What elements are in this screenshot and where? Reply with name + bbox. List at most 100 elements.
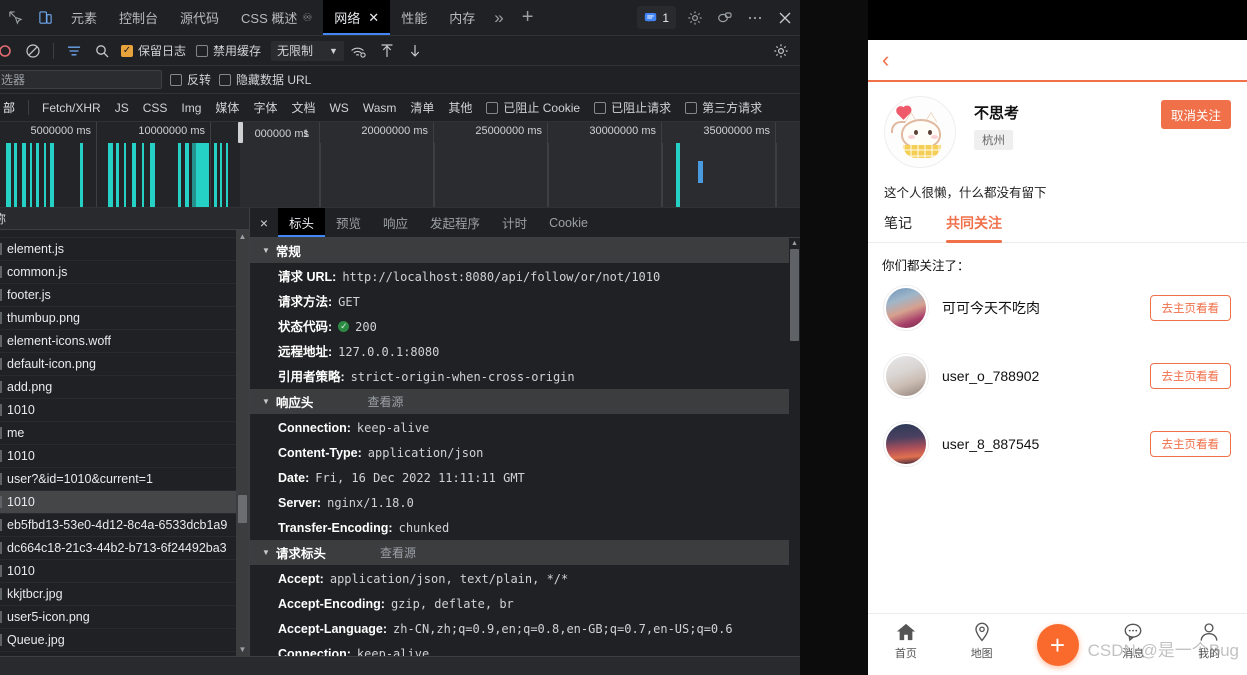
table-row[interactable]: default-icon.png xyxy=(0,353,249,376)
avatar[interactable] xyxy=(884,354,928,398)
type-filter-css[interactable]: CSS xyxy=(136,101,175,115)
section-response-headers[interactable]: ▼ 响应头 查看源 xyxy=(250,389,800,415)
type-filter-js[interactable]: JS xyxy=(108,101,136,115)
network-conditions-icon[interactable] xyxy=(346,39,372,63)
section-general-header[interactable]: ▼ 常规 xyxy=(250,238,800,264)
nav-item-home[interactable]: 首页 xyxy=(868,622,944,661)
visit-profile-button[interactable]: 去主页看看 xyxy=(1149,295,1231,321)
table-row[interactable]: me xyxy=(0,422,249,445)
hide-data-urls-checkbox[interactable]: 隐藏数据 URL xyxy=(219,71,311,88)
table-row[interactable]: 1010 xyxy=(0,399,249,422)
type-filter-wasm[interactable]: Wasm xyxy=(356,101,404,115)
close-devtools-icon[interactable] xyxy=(770,0,800,35)
tab-notes[interactable]: 笔记 xyxy=(884,213,912,242)
network-overview-timeline[interactable]: 5000000 ms 10000000 ms 1 000000 ms 200000… xyxy=(0,122,800,208)
overview-selection-handle[interactable] xyxy=(238,122,243,143)
nav-item-profile[interactable]: 我的 xyxy=(1171,622,1247,661)
visit-profile-button[interactable]: 去主页看看 xyxy=(1149,431,1231,457)
table-row[interactable]: element.js xyxy=(0,238,249,261)
tab-network[interactable]: 网络 ✕ xyxy=(323,0,391,35)
import-har-icon[interactable] xyxy=(374,39,400,63)
table-row-selected[interactable]: 1010 xyxy=(0,491,249,514)
add-tab-button[interactable]: + xyxy=(512,0,544,35)
requests-scrollbar[interactable]: ▲ ▼ xyxy=(236,230,249,656)
table-row[interactable]: footer.js xyxy=(0,284,249,307)
disable-cache-checkbox[interactable]: 禁用缓存 xyxy=(192,42,265,59)
avatar[interactable] xyxy=(884,286,928,330)
preserve-log-checkbox[interactable]: 保留日志 xyxy=(117,42,190,59)
tab-console[interactable]: 控制台 xyxy=(108,0,169,35)
avatar[interactable] xyxy=(884,422,928,466)
requests-column-header[interactable]: 称 xyxy=(0,208,249,230)
blocked-cookies-checkbox[interactable]: 已阻止 Cookie xyxy=(479,99,587,116)
type-filter-manifest[interactable]: 清单 xyxy=(403,99,441,116)
throttle-select[interactable]: 无限制 ▼ xyxy=(271,40,344,61)
type-filter-fetch-xhr[interactable]: Fetch/XHR xyxy=(35,101,108,115)
scroll-up-icon[interactable]: ▲ xyxy=(236,230,249,243)
headers-scroll-area[interactable]: ▼ 常规 请求 URL: http://localhost:8080/api/f… xyxy=(250,238,800,656)
tab-mutual-follows[interactable]: 共同关注 xyxy=(946,213,1002,243)
tab-elements[interactable]: 元素 xyxy=(60,0,108,35)
device-toolbar-icon[interactable] xyxy=(30,0,60,35)
more-options-icon[interactable] xyxy=(740,0,770,35)
table-row[interactable]: user?&id=1010&current=1 xyxy=(0,468,249,491)
list-item[interactable]: user_o_788902 去主页看看 xyxy=(868,342,1247,410)
list-item[interactable]: 可可今天不吃肉 去主页看看 xyxy=(868,274,1247,342)
search-icon[interactable] xyxy=(89,39,115,63)
section-request-headers[interactable]: ▼ 请求标头 查看源 xyxy=(250,540,800,566)
blocked-requests-checkbox[interactable]: 已阻止请求 xyxy=(587,99,678,116)
table-row[interactable]: add.png xyxy=(0,376,249,399)
feedback-icon[interactable] xyxy=(710,0,740,35)
nav-item-map[interactable]: 地图 xyxy=(944,622,1020,661)
more-tabs-chevron-icon[interactable]: » xyxy=(486,0,511,35)
type-filter-doc[interactable]: 文档 xyxy=(284,99,322,116)
clear-button[interactable] xyxy=(20,39,46,63)
export-har-icon[interactable] xyxy=(402,39,428,63)
type-filter-other[interactable]: 其他 xyxy=(441,99,479,116)
table-row[interactable]: element-icons.woff xyxy=(0,330,249,353)
record-button[interactable] xyxy=(0,39,18,63)
table-row[interactable]: dc664c18-21c3-44b2-b713-6f24492ba3 xyxy=(0,537,249,560)
add-post-button[interactable]: + xyxy=(1036,624,1079,666)
type-filter-font[interactable]: 字体 xyxy=(246,99,284,116)
detail-scrollbar[interactable]: ▲ xyxy=(789,238,800,656)
type-filter-all[interactable]: 部 xyxy=(0,99,22,116)
avatar[interactable] xyxy=(884,96,956,168)
scrollbar-thumb[interactable] xyxy=(238,495,247,523)
third-party-requests-checkbox[interactable]: 第三方请求 xyxy=(678,99,769,116)
filter-icon[interactable] xyxy=(61,39,87,63)
tab-preview[interactable]: 预览 xyxy=(325,208,372,237)
list-item[interactable]: user_8_887545 去主页看看 xyxy=(868,410,1247,478)
nav-item-messages[interactable]: 消息 xyxy=(1095,622,1171,661)
table-row[interactable]: Queue.jpg xyxy=(0,629,249,652)
tab-performance[interactable]: 性能 xyxy=(390,0,438,35)
table-row[interactable]: eb5fbd13-53e0-4d12-8c4a-6533dcb1a9 xyxy=(0,514,249,537)
network-settings-gear-icon[interactable] xyxy=(768,39,794,63)
back-arrow-icon[interactable]: ‹ xyxy=(882,49,889,71)
type-filter-img[interactable]: Img xyxy=(174,101,208,115)
type-filter-ws[interactable]: WS xyxy=(322,101,355,115)
tab-memory[interactable]: 内存 xyxy=(438,0,486,35)
tab-headers[interactable]: 标头 xyxy=(278,208,326,237)
visit-profile-button[interactable]: 去主页看看 xyxy=(1149,363,1231,389)
table-row[interactable]: common.js xyxy=(0,261,249,284)
table-row[interactable]: kkjtbcr.jpg xyxy=(0,583,249,606)
scroll-down-icon[interactable]: ▼ xyxy=(236,643,249,656)
close-icon[interactable]: ✕ xyxy=(368,10,379,26)
type-filter-media[interactable]: 媒体 xyxy=(208,99,246,116)
tab-timing[interactable]: 计时 xyxy=(491,208,538,237)
tab-sources[interactable]: 源代码 xyxy=(169,0,230,35)
scrollbar-track[interactable] xyxy=(236,243,249,643)
requests-list[interactable]: element.js common.js footer.js thumbup.p… xyxy=(0,230,249,656)
view-source-link[interactable]: 查看源 xyxy=(380,544,416,561)
invert-checkbox[interactable]: 反转 xyxy=(170,71,211,88)
table-row[interactable]: user5-icon.png xyxy=(0,606,249,629)
tab-css-overview[interactable]: CSS 概述 ♾ xyxy=(230,0,323,35)
issues-badge[interactable]: 1 xyxy=(637,6,676,29)
unfollow-button[interactable]: 取消关注 xyxy=(1160,100,1231,129)
table-row[interactable]: 1010 xyxy=(0,560,249,583)
table-row[interactable]: 1010 xyxy=(0,445,249,468)
tab-response[interactable]: 响应 xyxy=(372,208,419,237)
view-source-link[interactable]: 查看源 xyxy=(367,393,403,410)
tab-cookies[interactable]: Cookie xyxy=(538,208,599,237)
